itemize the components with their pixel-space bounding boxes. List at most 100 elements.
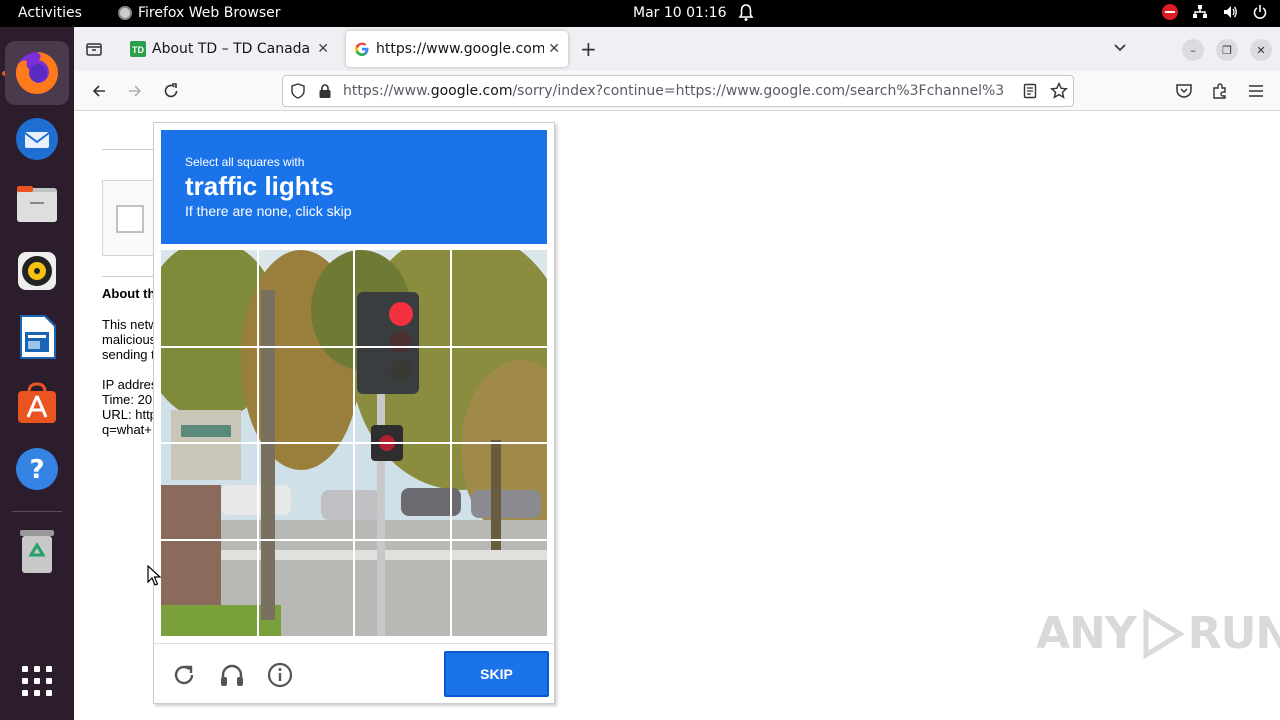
firefox-view-icon[interactable] <box>84 39 104 59</box>
app-center-icon <box>18 382 56 423</box>
volume-icon[interactable] <box>1222 4 1238 20</box>
dock-firefox[interactable] <box>5 41 69 105</box>
challenge-instruction: Select all squares with <box>185 155 305 169</box>
grid-tile[interactable] <box>451 250 547 346</box>
reload-icon[interactable] <box>162 82 180 100</box>
hamburger-menu-icon[interactable] <box>1247 82 1265 100</box>
lock-icon[interactable] <box>318 83 332 99</box>
grid-tile[interactable] <box>451 540 547 636</box>
image-grid <box>161 250 547 636</box>
help-icon: ? <box>16 448 58 490</box>
clock[interactable]: Mar 10 01:16 <box>633 5 726 21</box>
new-tab-button[interactable]: + <box>580 37 597 61</box>
power-icon[interactable] <box>1252 4 1268 20</box>
grid-tile[interactable] <box>258 540 354 636</box>
grid-tile[interactable] <box>161 250 257 346</box>
url-text[interactable]: https://www.google.com/sorry/index?conti… <box>343 83 1008 99</box>
td-icon: TD <box>130 41 146 57</box>
tab-close-icon[interactable]: ✕ <box>548 41 560 57</box>
reload-challenge-icon[interactable] <box>170 661 198 689</box>
grid-tile[interactable] <box>451 347 547 443</box>
info-line: IP addres <box>102 377 158 392</box>
info-line: This netw <box>102 317 158 332</box>
dock-show-apps[interactable] <box>5 649 69 713</box>
list-all-tabs-icon[interactable] <box>1112 39 1128 55</box>
pocket-icon[interactable] <box>1175 82 1193 100</box>
rhythmbox-icon <box>18 252 56 290</box>
top-bar: Activities Firefox Web Browser Mar 10 01… <box>0 0 1280 27</box>
tab-close-icon[interactable]: ✕ <box>317 41 329 57</box>
forward-icon[interactable] <box>126 82 144 100</box>
info-line: q=what+ <box>102 422 152 437</box>
grid-tile[interactable] <box>354 443 450 539</box>
dock-trash[interactable] <box>5 519 69 583</box>
svg-text:?: ? <box>29 455 44 485</box>
grid-tile[interactable] <box>161 347 257 443</box>
tab-title: About TD – TD Canada Trust <box>152 41 313 57</box>
network-icon[interactable] <box>1192 4 1208 20</box>
url-bar[interactable]: https://www.google.com/sorry/index?conti… <box>282 75 1074 107</box>
show-apps-icon <box>22 666 52 696</box>
dock: ? <box>0 27 74 720</box>
do-not-disturb-icon[interactable] <box>1162 4 1178 20</box>
libreoffice-writer-icon <box>20 315 56 359</box>
watermark-text: ANY <box>1036 608 1137 659</box>
footer-divider <box>154 643 554 644</box>
skip-button[interactable]: SKIP <box>444 651 549 697</box>
help-info-icon[interactable] <box>266 661 294 689</box>
info-line: URL: http <box>102 407 157 422</box>
dock-rhythmbox[interactable] <box>5 239 69 303</box>
firefox-mini-icon <box>118 6 132 20</box>
svg-text:TD: TD <box>132 45 144 55</box>
firefox-icon <box>15 52 58 94</box>
watermark-text: RUN <box>1187 608 1280 659</box>
info-line: malicious <box>102 332 157 347</box>
reader-view-icon[interactable] <box>1022 83 1038 99</box>
tracking-protection-shield-icon[interactable] <box>290 83 306 99</box>
tab-title: https://www.google.com/sorry/index?conti… <box>376 41 545 57</box>
challenge-hint: If there are none, click skip <box>185 203 352 219</box>
navigation-toolbar: https://www.google.com/sorry/index?conti… <box>74 71 1280 111</box>
notification-bell-icon[interactable] <box>738 4 754 22</box>
dock-writer[interactable] <box>5 305 69 369</box>
grid-tile[interactable] <box>258 250 354 346</box>
bookmark-star-icon[interactable] <box>1050 82 1068 100</box>
system-tray[interactable] <box>1162 4 1268 20</box>
restore-button[interactable]: ❐ <box>1216 39 1238 61</box>
info-line: sending t <box>102 347 155 362</box>
mouse-cursor-icon <box>147 565 161 586</box>
recaptcha-challenge: Select all squares with traffic lights I… <box>153 122 555 704</box>
grid-tile[interactable] <box>354 250 450 346</box>
dock-separator <box>12 511 62 512</box>
back-icon[interactable] <box>90 82 108 100</box>
activities-button[interactable]: Activities <box>18 5 82 21</box>
grid-tile[interactable] <box>354 347 450 443</box>
files-icon <box>17 186 57 222</box>
grid-tile[interactable] <box>354 540 450 636</box>
grid-tile[interactable] <box>161 443 257 539</box>
minimize-button[interactable]: – <box>1182 39 1204 61</box>
app-menu[interactable]: Firefox Web Browser <box>118 5 281 21</box>
extensions-icon[interactable] <box>1211 82 1229 100</box>
trash-icon <box>20 530 54 573</box>
grid-tile[interactable] <box>161 540 257 636</box>
grid-tile[interactable] <box>258 347 354 443</box>
play-triangle-icon <box>1143 608 1184 659</box>
dock-files[interactable] <box>5 173 69 237</box>
app-name: Firefox Web Browser <box>138 5 281 21</box>
dock-app-center[interactable] <box>5 371 69 435</box>
dock-help[interactable]: ? <box>5 437 69 501</box>
tab-google-sorry[interactable]: https://www.google.com/sorry/index?conti… <box>346 31 568 67</box>
tab-bar: TD About TD – TD Canada Trust ✕ https://… <box>74 27 1280 71</box>
recaptcha-checkbox[interactable] <box>116 205 144 233</box>
challenge-target: traffic lights <box>185 171 334 201</box>
close-window-button[interactable]: ✕ <box>1250 39 1272 61</box>
tab-td-canada[interactable]: TD About TD – TD Canada Trust ✕ <box>122 31 337 67</box>
grid-tile[interactable] <box>451 443 547 539</box>
dock-thunderbird[interactable] <box>5 107 69 171</box>
info-line: Time: 20 <box>102 392 153 407</box>
thunderbird-icon <box>16 118 58 160</box>
google-icon <box>355 42 369 56</box>
grid-tile[interactable] <box>258 443 354 539</box>
audio-challenge-headphones-icon[interactable] <box>218 661 246 689</box>
